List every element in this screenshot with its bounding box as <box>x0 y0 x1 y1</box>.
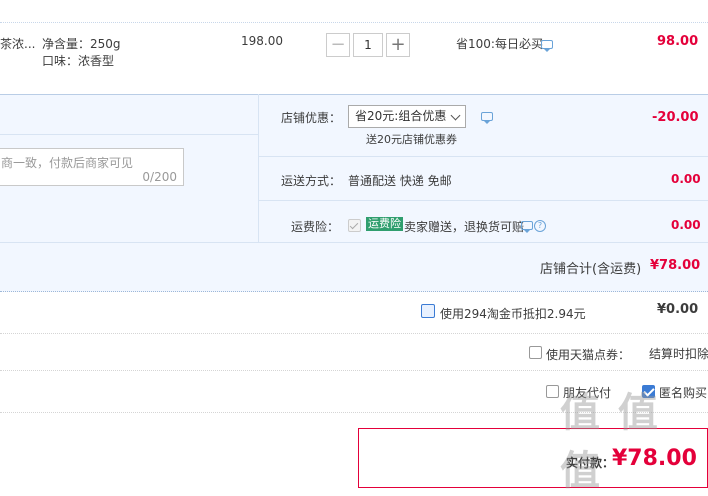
tmall-points-checkbox[interactable] <box>529 346 542 359</box>
shop-discount-label: 店铺优惠： <box>281 111 342 125</box>
chat-icon[interactable] <box>481 112 493 124</box>
item-spec-weight: 净含量：250g <box>42 37 121 51</box>
help-icon[interactable]: ? <box>534 220 546 232</box>
quantity-input[interactable]: 1 <box>353 33 383 57</box>
shop-discount-amount: -20.00 <box>652 110 699 125</box>
insurance-desc: 卖家赠送，退换货可赔 <box>404 220 525 234</box>
divider <box>258 156 708 157</box>
chevron-down-icon <box>450 110 461 121</box>
tmall-points-value: 结算时扣除 <box>649 347 708 361</box>
insurance-label: 运费险： <box>291 220 340 234</box>
insurance-amount: 0.00 <box>671 218 701 232</box>
seller-message-placeholder: 商一致，付款后商家可见 <box>1 156 134 170</box>
item-unit-price: 198.00 <box>241 34 283 48</box>
item-subtotal: 98.00 <box>657 34 699 49</box>
chat-icon[interactable] <box>541 40 553 52</box>
item-spec-flavor: 口味：浓香型 <box>42 54 115 68</box>
taojinbi-checkbox[interactable] <box>421 304 435 318</box>
seller-message-input[interactable]: 商一致，付款后商家可见 0/200 <box>0 148 184 186</box>
divider <box>0 333 708 335</box>
item-name[interactable]: 茶浓... <box>0 35 35 52</box>
divider <box>258 94 259 242</box>
shop-discount-select[interactable]: 省20元:组合优惠 <box>348 105 466 128</box>
divider <box>0 242 708 243</box>
shipping-value: 普通配送 快递 免邮 <box>348 174 452 188</box>
shop-total-amount: ¥78.00 <box>650 258 701 273</box>
quantity-minus-button[interactable]: − <box>326 33 350 57</box>
divider <box>0 370 708 372</box>
seller-message-counter: 0/200 <box>142 170 177 184</box>
tmall-points-label: 使用天猫点券： <box>546 348 631 362</box>
watermark-logo: 值 值 值 <box>560 390 660 494</box>
quantity-plus-button[interactable]: + <box>386 33 410 57</box>
taojinbi-amount: ¥0.00 <box>657 302 699 317</box>
divider <box>258 200 708 201</box>
chat-icon[interactable] <box>521 221 533 233</box>
insurance-badge: 运费险 <box>366 217 403 231</box>
divider <box>0 134 258 135</box>
shipping-amount: 0.00 <box>671 172 701 186</box>
insurance-checkbox <box>348 219 361 232</box>
taojinbi-label: 使用294淘金币抵扣2.94元 <box>440 307 586 321</box>
shop-total-label: 店铺合计(含运费) <box>540 262 642 277</box>
shipping-label: 运送方式： <box>281 174 342 188</box>
friend-pay-checkbox[interactable] <box>546 385 559 398</box>
item-promo: 省100:每日必买 <box>456 37 543 51</box>
shop-discount-note: 送20元店铺优惠券 <box>366 133 457 146</box>
shop-discount-selected: 省20元:组合优惠 <box>355 109 447 123</box>
